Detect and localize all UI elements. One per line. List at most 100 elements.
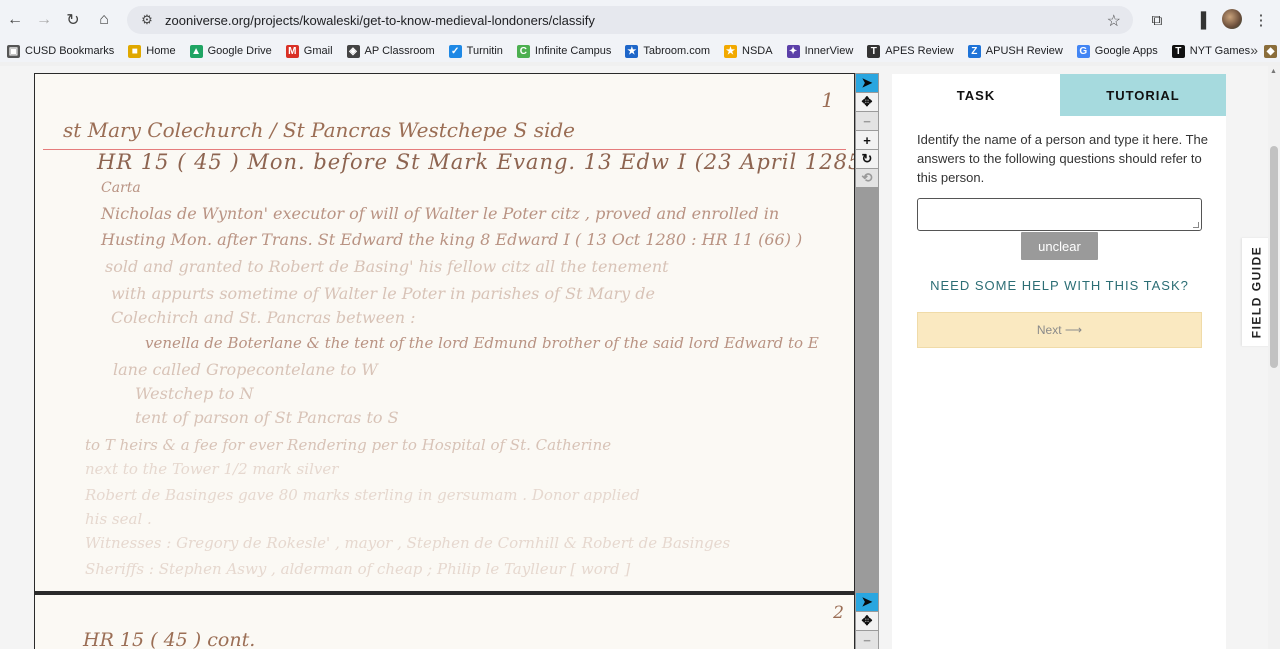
viewer-toolbar-2: ➤ ✥ − xyxy=(856,593,878,649)
doc-line: his seal . xyxy=(85,510,152,528)
person-name-field[interactable] xyxy=(917,198,1202,231)
task-instruction: Identify the name of a person and type i… xyxy=(917,132,1209,185)
next-button[interactable]: Next ⟶ xyxy=(917,312,1202,348)
doc-line: sold and granted to Robert de Basing' hi… xyxy=(105,257,669,276)
home-icon[interactable]: ⌂ xyxy=(93,9,115,31)
page-number: 1 xyxy=(821,88,834,112)
doc-line: Husting Mon. after Trans. St Edward the … xyxy=(101,230,803,249)
bookmark-item[interactable]: Z APUSH Review xyxy=(967,44,1063,58)
bookmark-item[interactable]: C Infinite Campus xyxy=(516,44,612,58)
doc-line: Robert de Basinges gave 80 marks sterlin… xyxy=(85,486,640,504)
pointer-icon[interactable]: ➤ xyxy=(856,74,878,92)
doc-line: HR 15 ( 45 ) cont. xyxy=(83,629,256,649)
doc-line: st Mary Colechurch / St Pancras Westchep… xyxy=(63,118,576,142)
folder-icon: ▣ xyxy=(7,44,20,58)
extensions-icon[interactable]: ⧉ xyxy=(1146,9,1168,31)
field-guide-tab[interactable]: FIELD GUIDE xyxy=(1242,238,1270,346)
doc-line: Carta xyxy=(101,180,141,196)
bookmark-item[interactable]: ◈ AP Classroom xyxy=(346,44,435,58)
page-scrollbar[interactable]: ▲ xyxy=(1268,66,1280,649)
bookmark-label: APUSH Review xyxy=(985,45,1063,57)
tab-tutorial[interactable]: TUTORIAL xyxy=(1060,74,1226,116)
rotate-icon[interactable]: ↻ xyxy=(856,150,878,168)
zoom-out-icon[interactable]: − xyxy=(856,112,878,130)
document-page-2[interactable]: 2 HR 15 ( 45 ) cont. xyxy=(34,592,855,649)
scroll-thumb[interactable] xyxy=(1270,146,1278,368)
bookmarks-bar: ▣ CUSD Bookmarks ■ Home ▲ Google Drive M Gmail ◈… xyxy=(0,40,1280,62)
bookmark-label: CUSD Bookmarks xyxy=(25,45,115,57)
move-icon[interactable]: ✥ xyxy=(856,612,878,630)
google-apps-icon: G xyxy=(1076,44,1090,58)
pointer-icon[interactable]: ➤ xyxy=(856,593,878,611)
site-settings-icon[interactable]: ⚙ xyxy=(139,12,155,28)
tabroom-icon: ★ xyxy=(625,44,639,58)
reload-icon[interactable]: ↻ xyxy=(62,9,84,31)
bookmark-item[interactable]: ★ Tabroom.com xyxy=(625,44,710,58)
bookmark-star-icon[interactable]: ☆ xyxy=(1107,11,1121,31)
nyt-icon: T xyxy=(1171,44,1185,58)
apes-review-icon: T xyxy=(867,44,881,58)
bookmark-label: NSDA xyxy=(742,45,773,57)
google-drive-icon: ▲ xyxy=(189,44,203,58)
2048-icon: ◆ xyxy=(1264,44,1278,58)
browser-toolbar: ← → ↻ ⌂ ⚙ zooniverse.org/projects/kowale… xyxy=(0,0,1280,40)
doc-line: Sheriffs : Stephen Aswy , alderman of ch… xyxy=(85,560,631,578)
bookmark-label: Home xyxy=(146,45,176,57)
doc-line: Westchep to N xyxy=(135,384,254,403)
doc-line: Colechirch and St. Pancras between : xyxy=(111,308,416,327)
bookmark-item[interactable]: T APES Review xyxy=(867,44,954,58)
bookmark-item[interactable]: G Google Apps xyxy=(1076,44,1158,58)
person-name-input[interactable] xyxy=(918,199,1201,230)
apush-review-icon: Z xyxy=(967,44,981,58)
doc-line: tent of parson of St Pancras to S xyxy=(135,408,399,427)
page-number: 2 xyxy=(833,603,844,623)
bookmark-label: Gmail xyxy=(303,45,333,57)
bookmark-item[interactable]: ✓ Turnitin xyxy=(448,44,503,58)
gmail-icon: M xyxy=(285,44,299,58)
bookmark-item[interactable]: ▲ Google Drive xyxy=(189,44,272,58)
back-icon[interactable]: ← xyxy=(4,9,26,31)
bookmark-label: Google Apps xyxy=(1094,45,1158,57)
reset-icon[interactable]: ⟲ xyxy=(856,169,878,187)
bookmarks-overflow-icon[interactable]: » xyxy=(1250,42,1258,58)
doc-line: lane called Gropecontelane to W xyxy=(113,360,378,379)
zoom-in-icon[interactable]: + xyxy=(856,131,878,149)
bookmark-item[interactable]: T NYT Games xyxy=(1171,44,1251,58)
side-panel-icon[interactable]: ▐ xyxy=(1190,9,1212,31)
resize-handle-icon[interactable] xyxy=(1193,222,1199,228)
bookmark-item[interactable]: ▣ CUSD Bookmarks xyxy=(7,44,115,58)
bookmark-label: NYT Games xyxy=(1189,45,1251,57)
doc-line: Nicholas de Wynton' executor of will of … xyxy=(101,204,780,223)
doc-line: Witnesses : Gregory de Rokesle' , mayor … xyxy=(85,534,731,552)
task-help-link[interactable]: NEED SOME HELP WITH THIS TASK? xyxy=(917,278,1202,293)
forward-icon[interactable]: → xyxy=(33,9,55,31)
zoom-out-icon[interactable]: − xyxy=(856,631,878,649)
move-icon[interactable]: ✥ xyxy=(856,93,878,111)
bookmark-item[interactable]: ✦ InnerView xyxy=(786,44,854,58)
home-bookmark-icon: ■ xyxy=(128,44,142,58)
menu-kebab-icon[interactable]: ⋮ xyxy=(1250,9,1272,31)
profile-avatar[interactable] xyxy=(1222,9,1242,29)
url-text: zooniverse.org/projects/kowaleski/get-to… xyxy=(165,12,595,28)
bookmark-label: Infinite Campus xyxy=(534,45,612,57)
innerview-icon: ✦ xyxy=(786,44,800,58)
bookmark-label: Google Drive xyxy=(207,45,272,57)
bookmark-label: AP Classroom xyxy=(364,45,435,57)
bookmark-item[interactable]: ◆2048 xyxy=(1264,44,1280,58)
scroll-up-icon[interactable]: ▲ xyxy=(1270,68,1277,75)
document-viewer: 1 st Mary Colechurch / St Pancras Westch… xyxy=(0,66,880,649)
doc-line: venella de Boterlane & the tent of the l… xyxy=(145,334,819,352)
bookmark-label: InnerView xyxy=(804,45,854,57)
document-page-1[interactable]: 1 st Mary Colechurch / St Pancras Westch… xyxy=(34,73,855,592)
doc-line: to T heirs & a fee for ever Rendering pe… xyxy=(85,436,612,454)
tab-task[interactable]: TASK xyxy=(892,74,1060,116)
address-bar[interactable]: ⚙ zooniverse.org/projects/kowaleski/get-… xyxy=(127,6,1133,34)
bookmark-item[interactable]: M Gmail xyxy=(285,44,333,58)
unclear-button[interactable]: unclear xyxy=(1021,232,1098,260)
infinite-campus-icon: C xyxy=(516,44,530,58)
turnitin-icon: ✓ xyxy=(448,44,462,58)
task-panel: TASK TUTORIAL Identify the name of a per… xyxy=(892,74,1226,649)
bookmark-item[interactable]: ★ NSDA xyxy=(724,44,773,58)
bookmark-item[interactable]: ■ Home xyxy=(128,44,176,58)
doc-line: next to the Tower 1/2 mark silver xyxy=(85,460,339,478)
